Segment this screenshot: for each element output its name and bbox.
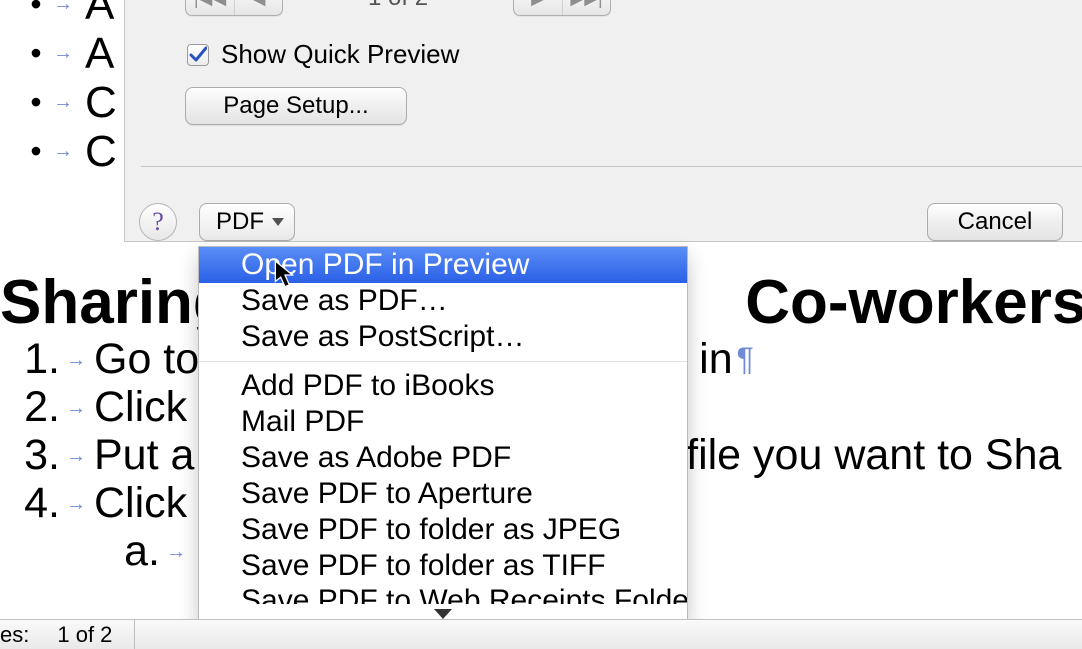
show-quick-preview-checkbox[interactable] xyxy=(187,44,209,66)
pdf-dropdown-button[interactable]: PDF xyxy=(199,203,295,241)
cancel-button[interactable]: Cancel xyxy=(927,203,1063,241)
page-setup-button[interactable]: Page Setup... xyxy=(185,87,407,125)
menu-item-mail-pdf[interactable]: Mail PDF xyxy=(199,404,687,440)
menu-item-add-pdf-to-ibooks[interactable]: Add PDF to iBooks xyxy=(199,368,687,404)
page-nav-prev-group[interactable]: |◀◀ ◀ xyxy=(185,0,283,16)
next-page-icon[interactable]: ▶ xyxy=(514,0,562,15)
menu-item-save-pdf-to-folder-as-jpeg[interactable]: Save PDF to folder as JPEG xyxy=(199,512,687,548)
menu-item-save-as-postscript[interactable]: Save as PostScript… xyxy=(199,319,687,355)
status-bar: es: 1 of 2 xyxy=(0,619,1082,649)
last-page-icon[interactable]: ▶▶| xyxy=(562,0,610,15)
menu-item-save-as-adobe-pdf[interactable]: Save as Adobe PDF xyxy=(199,440,687,476)
menu-item-save-as-pdf[interactable]: Save as PDF… xyxy=(199,283,687,319)
bullet-list: •→A •→A •→C •→C xyxy=(27,0,117,176)
status-pages-count: 1 of 2 xyxy=(39,622,112,648)
show-quick-preview-row[interactable]: Show Quick Preview xyxy=(187,39,459,70)
show-quick-preview-label: Show Quick Preview xyxy=(221,39,459,70)
menu-item-save-pdf-to-folder-as-tiff[interactable]: Save PDF to folder as TIFF xyxy=(199,548,687,584)
checkmark-icon xyxy=(189,46,207,64)
print-dialog: |◀◀ ◀ 1 of 2 ▶ ▶▶| Show Quick Preview Pa… xyxy=(124,0,1082,242)
status-pages-label: es: xyxy=(0,622,39,648)
help-button[interactable]: ? xyxy=(139,203,177,241)
pdf-dropdown-menu[interactable]: Open PDF in Preview Save as PDF… Save as… xyxy=(198,246,688,627)
page-nav-next-group[interactable]: ▶ ▶▶| xyxy=(513,0,611,16)
page-indicator: 1 of 2 xyxy=(368,0,428,12)
menu-separator xyxy=(199,361,687,362)
menu-item-save-pdf-to-aperture[interactable]: Save PDF to Aperture xyxy=(199,476,687,512)
chevron-down-icon xyxy=(272,218,284,226)
prev-page-icon[interactable]: ◀ xyxy=(234,0,282,15)
first-page-icon[interactable]: |◀◀ xyxy=(186,0,234,15)
menu-item-open-pdf-in-preview[interactable]: Open PDF in Preview xyxy=(199,247,687,283)
menu-item-save-pdf-to-web-receipts[interactable]: Save PDF to Web Receipts Folder xyxy=(199,584,687,604)
